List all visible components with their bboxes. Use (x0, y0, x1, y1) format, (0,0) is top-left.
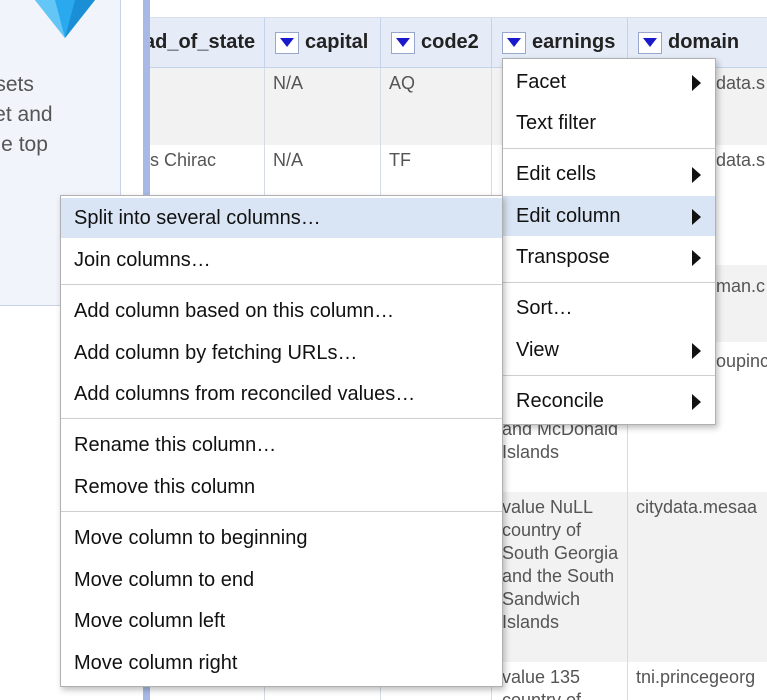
menu-item-facet[interactable]: Facet (503, 62, 715, 102)
chevron-right-icon (692, 75, 701, 91)
menu-item-label: Move column left (74, 609, 226, 632)
column-header-capital[interactable]: capital (265, 18, 381, 67)
menu-separator (61, 511, 502, 512)
menu-item-text-filter[interactable]: Text filter (503, 103, 715, 143)
chevron-down-icon[interactable] (391, 31, 415, 54)
chevron-right-icon (692, 394, 701, 410)
menu-item-label: Add column by fetching URLs… (74, 341, 358, 364)
menu-item-split-columns[interactable]: Split into several columns… (61, 198, 502, 238)
column-header-label: code2 (421, 31, 479, 53)
menu-item-sort[interactable]: Sort… (503, 288, 715, 328)
left-panel-line: t the top (0, 133, 48, 156)
menu-separator (61, 284, 502, 285)
table-cell[interactable]: citydata.mesaa (628, 492, 767, 662)
menu-item-label: Move column right (74, 651, 238, 674)
chevron-right-icon (692, 250, 701, 266)
chevron-right-icon (692, 343, 701, 359)
menu-item-edit-cells[interactable]: Edit cells (503, 154, 715, 194)
menu-item-label: Facet (516, 70, 567, 93)
table-cell[interactable]: tni.princegeorg (628, 662, 767, 700)
menu-item-label: Reconcile (516, 389, 604, 412)
menu-item-add-columns-reconciled[interactable]: Add columns from reconciled values… (61, 374, 502, 414)
left-panel-line: acet and (0, 103, 53, 126)
menu-item-view[interactable]: View (503, 330, 715, 370)
table-cell[interactable] (150, 68, 265, 145)
menu-item-move-to-end[interactable]: Move column to end (61, 560, 502, 600)
table-cell[interactable]: value 135 country of (492, 662, 628, 700)
menu-separator (503, 148, 715, 149)
menu-item-label: Join columns… (74, 248, 211, 271)
menu-item-label: Move column to beginning (74, 526, 308, 549)
chevron-down-icon[interactable] (638, 31, 662, 54)
menu-item-label: Edit cells (516, 162, 597, 185)
column-dropdown-menu: Facet Text filter Edit cells Edit column… (502, 58, 716, 425)
left-panel-text: ubsets acet and t the top (0, 70, 120, 160)
menu-item-transpose[interactable]: Transpose (503, 237, 715, 277)
menu-separator (503, 375, 715, 376)
menu-item-label: Split into several columns… (74, 206, 321, 229)
menu-item-label: View (516, 338, 559, 361)
menu-item-label: Transpose (516, 245, 610, 268)
menu-item-reconcile[interactable]: Reconcile (503, 381, 715, 421)
table-cell[interactable]: N/A (265, 68, 381, 145)
menu-item-label: Add columns from reconciled values… (74, 382, 416, 405)
left-panel-line: ubsets (0, 73, 34, 96)
menu-item-edit-column[interactable]: Edit column (503, 196, 715, 236)
column-header-code2[interactable]: code2 (381, 18, 492, 67)
table-cell[interactable]: AQ (381, 68, 492, 145)
column-header-label: domain (668, 31, 740, 53)
menu-item-add-column-based[interactable]: Add column based on this column… (61, 291, 502, 331)
menu-item-move-to-beginning[interactable]: Move column to beginning (61, 518, 502, 558)
menu-item-label: Add column based on this column… (74, 299, 395, 322)
menu-item-label: Text filter (516, 111, 597, 134)
menu-item-move-right[interactable]: Move column right (61, 643, 502, 683)
table-cell[interactable]: value NuLL country of South Georgia and … (492, 492, 628, 662)
menu-item-label: Remove this column (74, 475, 256, 498)
diamond-icon (35, 0, 95, 38)
chevron-down-icon[interactable] (502, 31, 526, 54)
menu-item-add-column-fetch-urls[interactable]: Add column by fetching URLs… (61, 333, 502, 373)
column-header-head-of-state[interactable]: ad_of_state (150, 18, 265, 67)
column-header-label: earnings (532, 31, 616, 53)
menu-item-move-left[interactable]: Move column left (61, 601, 502, 641)
menu-separator (61, 418, 502, 419)
column-header-label: capital (305, 31, 369, 53)
menu-separator (503, 282, 715, 283)
menu-item-remove-column[interactable]: Remove this column (61, 467, 502, 507)
edit-column-submenu: Split into several columns… Join columns… (60, 195, 503, 687)
menu-item-label: Sort… (516, 296, 573, 319)
menu-item-label: Edit column (516, 204, 621, 227)
menu-item-label: Move column to end (74, 568, 255, 591)
column-header-label: ad_of_state (150, 31, 256, 53)
chevron-right-icon (692, 209, 701, 225)
menu-item-join-columns[interactable]: Join columns… (61, 240, 502, 280)
chevron-right-icon (692, 167, 701, 183)
menu-item-rename-column[interactable]: Rename this column… (61, 425, 502, 465)
chevron-down-icon[interactable] (275, 31, 299, 54)
menu-item-label: Rename this column… (74, 433, 277, 456)
